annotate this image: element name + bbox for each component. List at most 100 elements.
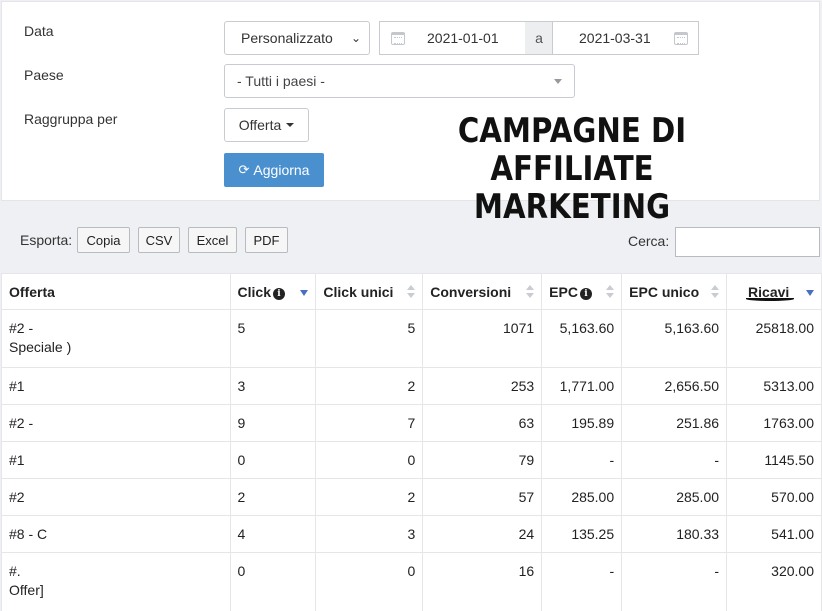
chevron-down-icon	[554, 79, 562, 84]
date-separator: a	[525, 21, 553, 55]
headline-line-2: AFFILIATE MARKETING	[473, 149, 671, 227]
cell-ricavi: 541.00	[726, 515, 822, 553]
sort-desc-icon	[300, 290, 309, 296]
filters-panel: Data Personalizzato ⌄ 2021-01-01 a 2021-…	[1, 1, 820, 226]
sort-icon	[711, 285, 720, 299]
table-row[interactable]: #2 - Speciale ) 5 5 1071 5,163.60 5,163.6…	[1, 309, 822, 368]
period-select[interactable]: Personalizzato ⌄	[224, 21, 370, 55]
chevron-down-icon: ⌄	[350, 31, 361, 45]
cell-offerta: #. Offer]	[1, 552, 231, 611]
date-from-value: 2021-01-01	[427, 30, 499, 46]
cell-click: 0	[229, 552, 317, 611]
cell-epc-unico: 180.33	[621, 515, 728, 553]
cell-epc: -	[541, 441, 623, 479]
search-label: Cerca:	[628, 233, 670, 249]
calendar-icon	[391, 32, 405, 45]
column-header-ricavi[interactable]: Ricavi	[726, 273, 822, 310]
cell-click-unici: 7	[315, 404, 424, 442]
cell-ricavi: 5313.00	[726, 367, 822, 405]
sort-icon	[526, 285, 535, 299]
cell-conversioni: 57	[422, 478, 543, 516]
offer-name-line: Speciale )	[9, 339, 72, 355]
column-header-conversioni[interactable]: Conversioni	[422, 273, 543, 310]
cell-click-unici: 0	[315, 552, 424, 611]
cell-conversioni: 16	[422, 552, 543, 611]
column-header-label: Click	[237, 283, 271, 300]
cell-conversioni: 253	[422, 367, 543, 405]
export-label: Esporta:	[20, 232, 73, 248]
headline: CAMPAGNE DI AFFILIATE MARKETING	[409, 112, 736, 226]
column-header-click-unici[interactable]: Click unici	[315, 273, 424, 310]
cell-offerta: #1	[1, 441, 231, 479]
export-copy-button[interactable]: Copia	[77, 227, 130, 253]
table-row[interactable]: #8 - C 4 3 24 135.25 180.33 541.00	[1, 515, 822, 553]
ricavi-hand-underline	[746, 297, 794, 301]
cell-conversioni: 24	[422, 515, 543, 553]
offers-table: Offerta Click i Click unici Conversioni E…	[1, 273, 822, 611]
refresh-label: Aggiorna	[253, 162, 310, 178]
cell-click-unici: 2	[315, 367, 424, 405]
info-icon: i	[579, 287, 592, 300]
country-label: Paese	[24, 67, 64, 83]
cell-offerta: #2 -	[1, 404, 231, 442]
table-row[interactable]: #1 0 0 79 - - 1145.50	[1, 441, 822, 479]
info-icon: i	[273, 287, 285, 300]
cell-ricavi: 25818.00	[726, 309, 822, 368]
cell-click: 2	[229, 478, 317, 516]
export-excel-button[interactable]: Excel	[188, 227, 237, 253]
group-by-value: Offerta	[238, 117, 282, 133]
table-row[interactable]: #. Offer] 0 0 16 - - 320.00	[1, 552, 822, 611]
column-header-click[interactable]: Click i	[229, 273, 317, 310]
cell-epc: 285.00	[541, 478, 623, 516]
column-header-label: EPC	[549, 283, 578, 300]
cell-ricavi: 1763.00	[726, 404, 822, 442]
cell-offerta: #1	[1, 367, 231, 405]
cell-conversioni: 79	[422, 441, 543, 479]
cell-click-unici: 5	[315, 309, 424, 368]
cell-click: 0	[229, 441, 317, 479]
cell-click: 9	[229, 404, 317, 442]
cell-offerta: #2	[1, 478, 231, 516]
cell-epc-unico: 251.86	[621, 404, 728, 442]
sort-desc-icon	[806, 290, 814, 296]
offer-name-line: #.	[9, 563, 21, 579]
cell-epc: -	[541, 552, 623, 611]
date-to-input[interactable]: 2021-03-31	[552, 21, 699, 55]
refresh-button[interactable]: ⟳ Aggiorna	[224, 153, 324, 187]
calendar-icon	[674, 32, 688, 45]
table-row[interactable]: #2 - 9 7 63 195.89 251.86 1763.00	[1, 404, 822, 442]
refresh-icon: ⟳	[238, 162, 250, 177]
column-header-label: Offerta	[9, 283, 55, 300]
cell-click: 5	[229, 309, 317, 368]
column-header-offerta[interactable]: Offerta	[1, 273, 231, 310]
table-row[interactable]: #2 2 2 57 285.00 285.00 570.00	[1, 478, 822, 516]
column-header-epc-unico[interactable]: EPC unico	[621, 273, 728, 310]
export-csv-button[interactable]: CSV	[138, 227, 180, 253]
export-pdf-button[interactable]: PDF	[245, 227, 288, 253]
cell-offerta: #2 - Speciale )	[1, 309, 231, 368]
group-label: Raggruppa per	[24, 111, 118, 127]
period-select-value: Personalizzato	[241, 30, 333, 46]
cell-click-unici: 3	[315, 515, 424, 553]
cell-conversioni: 1071	[422, 309, 543, 368]
country-select[interactable]: - Tutti i paesi -	[224, 64, 575, 98]
country-select-value: - Tutti i paesi -	[237, 73, 325, 89]
cell-epc: 5,163.60	[541, 309, 623, 368]
cell-click-unici: 2	[315, 478, 424, 516]
table-row[interactable]: #1 3 2 253 1,771.00 2,656.50 5313.00	[1, 367, 822, 405]
cell-ricavi: 1145.50	[726, 441, 822, 479]
column-header-label: Click unici	[323, 283, 394, 300]
column-header-epc[interactable]: EPC i	[541, 273, 623, 310]
caret-down-icon	[286, 123, 295, 127]
search-input[interactable]	[675, 227, 820, 257]
date-label: Data	[24, 23, 54, 39]
cell-epc: 135.25	[541, 515, 623, 553]
headline-line-1: CAMPAGNE DI	[457, 111, 687, 151]
cell-ricavi: 320.00	[726, 552, 822, 611]
sort-icon	[407, 285, 416, 299]
date-from-input[interactable]: 2021-01-01	[379, 21, 526, 55]
cell-epc-unico: 5,163.60	[621, 309, 728, 368]
offer-name-line: #2 -	[9, 320, 34, 336]
group-by-button[interactable]: Offerta	[224, 108, 309, 142]
cell-offerta: #8 - C	[1, 515, 231, 553]
